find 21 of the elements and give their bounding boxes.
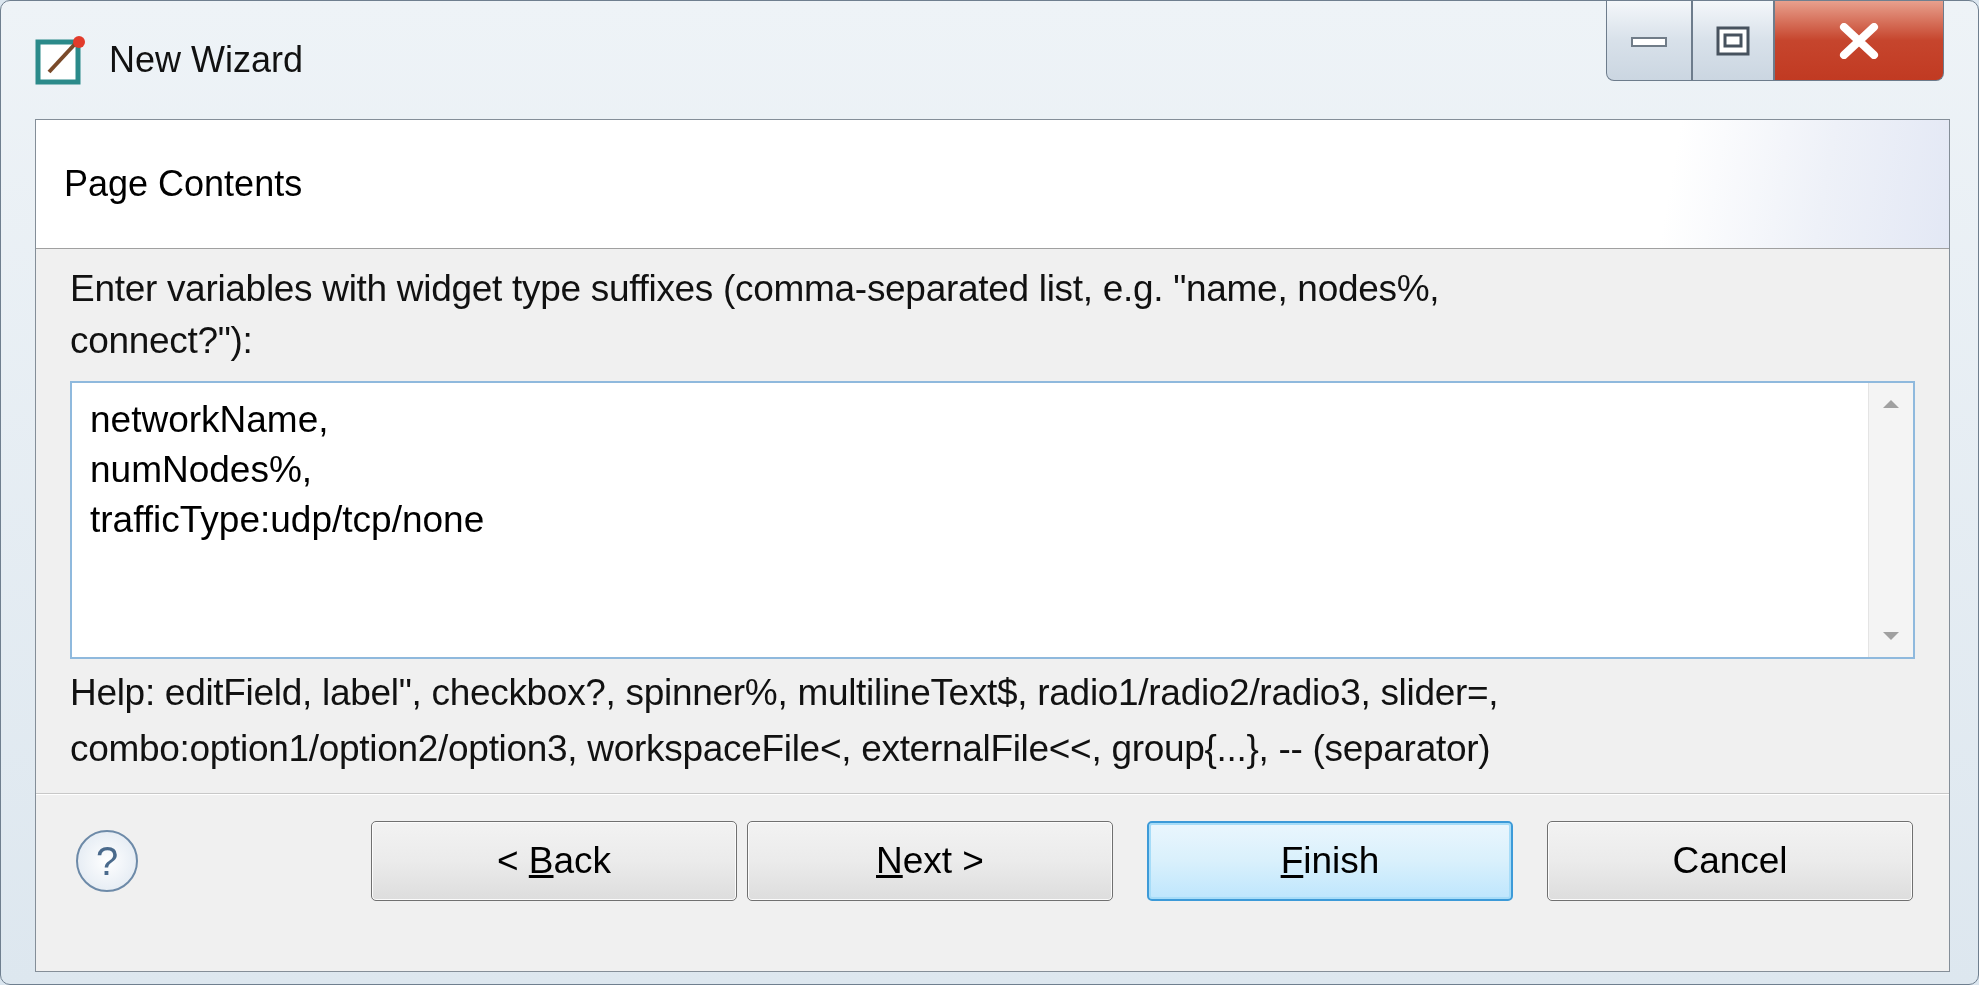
wizard-button[interactable]: Finish — [1147, 821, 1513, 901]
scrollbar[interactable] — [1868, 383, 1913, 657]
help-text: Help: editField, label", checkbox?, spinner%, multilineText$, radio1/radio2/radio3, slider=, combo:option1/option2/option3, workspaceFile<, externalFile<<, group{...}, -- (separator) — [70, 671, 1500, 771]
instruction-text: Enter variables with widget type suffixes (comma-separated list, e.g. "name, nodes%, connect?"): — [70, 267, 1441, 363]
help-button[interactable]: ? — [76, 830, 138, 892]
maximize-icon — [1716, 25, 1750, 56]
field-line: numNodes%, — [90, 448, 314, 492]
close-button[interactable] — [1774, 1, 1944, 81]
wizard-button[interactable]: < Back — [371, 821, 737, 901]
maximize-button[interactable] — [1692, 1, 1774, 81]
field-line: networkName, — [90, 398, 330, 442]
wizard-button[interactable]: Next > — [747, 821, 1113, 901]
minimize-button[interactable] — [1606, 1, 1692, 81]
scroll-down-icon[interactable] — [1882, 631, 1900, 641]
field-line: trafficType:udp/tcp/none — [90, 498, 486, 542]
page-title: Page Contents — [64, 163, 303, 205]
variables-field[interactable]: networkName, numNodes%, trafficType:udp/tcp/none — [70, 381, 1915, 659]
wizard-button[interactable]: Cancel — [1547, 821, 1913, 901]
close-icon — [1839, 22, 1879, 59]
scroll-up-icon[interactable] — [1882, 399, 1900, 409]
window-title: New Wizard — [109, 39, 304, 81]
